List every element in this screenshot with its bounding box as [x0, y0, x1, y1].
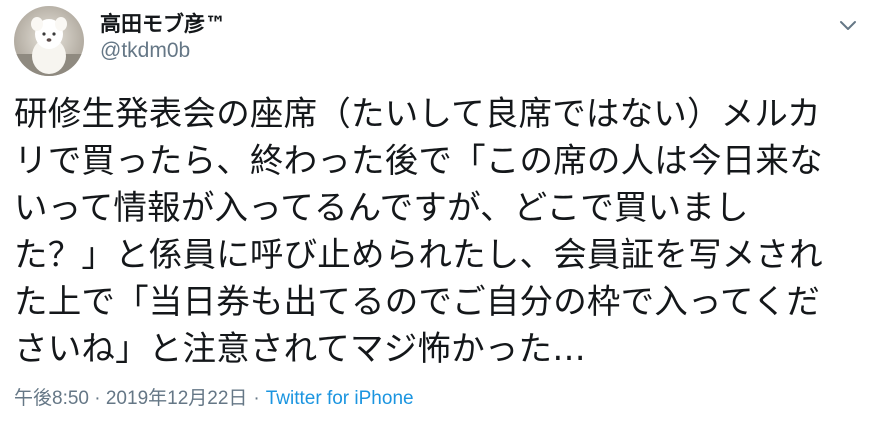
avatar[interactable]	[14, 6, 84, 76]
chevron-down-icon	[840, 21, 856, 30]
tweet-meta: 午後8:50 · 2019年12月22日 · Twitter for iPhone	[14, 385, 414, 413]
author[interactable]: 高田モブ彦™ @tkdm0b	[100, 10, 226, 64]
avatar-photo-icon	[14, 6, 84, 76]
user-handle[interactable]: @tkdm0b	[100, 38, 226, 64]
tweet-card: 高田モブ彦™ @tkdm0b 研修生発表会の座席（たいして良席ではない）メルカ …	[0, 0, 881, 421]
more-options-button[interactable]	[835, 12, 861, 38]
source-link[interactable]: Twitter for iPhone	[266, 388, 414, 409]
meta-separator: ·	[253, 388, 260, 409]
tweet-text: 研修生発表会の座席（たいして良席ではない）メルカ リで買ったら、終わった後で「こ…	[14, 94, 823, 368]
timestamp[interactable]: 午後8:50 · 2019年12月22日	[14, 388, 247, 409]
display-name[interactable]: 高田モブ彦™	[100, 10, 226, 38]
